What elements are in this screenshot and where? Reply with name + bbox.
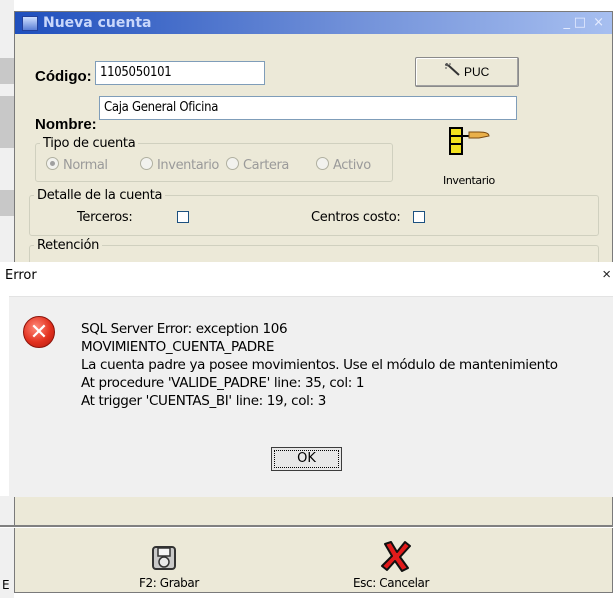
inventario-label: Inventario [443, 174, 495, 187]
parent-row [0, 58, 14, 84]
error-title: Error [5, 268, 37, 283]
codigo-field[interactable]: 1105050101 [95, 61, 265, 85]
ok-button[interactable]: OK [271, 447, 342, 471]
error-icon: ✕ [23, 316, 55, 348]
inventario-button[interactable]: Inventario [443, 126, 507, 188]
inventario-icon [449, 126, 495, 163]
radio-dot-icon [316, 157, 329, 170]
tipo-cuenta-legend: Tipo de cuenta [43, 136, 136, 151]
footer-separator [0, 525, 613, 528]
radio-cartera[interactable]: Cartera [226, 157, 289, 173]
cancelar-button[interactable]: Esc: Cancelar [349, 540, 445, 592]
parent-row [0, 190, 14, 216]
parent-footer-fragment: E [2, 578, 10, 592]
detalle-legend: Detalle de la cuenta [37, 188, 163, 203]
grabar-button[interactable]: F2: Grabar [133, 544, 213, 592]
retencion-legend: Retención [37, 238, 100, 253]
radio-inventario[interactable]: Inventario [140, 157, 219, 173]
window-title: Nueva cuenta [43, 15, 152, 31]
error-body: ✕ SQL Server Error: exception 106 MOVIMI… [9, 296, 613, 497]
nombre-field[interactable]: Caja General Oficina [99, 96, 517, 120]
app-icon [22, 16, 38, 31]
radio-dot-icon [226, 157, 239, 170]
error-dialog: Error × ✕ SQL Server Error: exception 10… [0, 262, 613, 497]
tipo-cuenta-group: Tipo de cuenta Normal Inventario Cartera… [35, 136, 393, 182]
titlebar: Nueva cuenta _ □ × [15, 12, 612, 34]
parent-row [0, 122, 14, 148]
radio-dot-icon [46, 157, 59, 170]
nombre-label: Nombre: [35, 116, 97, 133]
minimize-button[interactable]: _ [564, 15, 571, 30]
centros-costo-label: Centros costo: [311, 210, 401, 225]
error-line: At procedure 'VALIDE_PADRE' line: 35, co… [81, 375, 365, 391]
puc-label: PUC [464, 65, 490, 79]
close-button[interactable]: × [593, 15, 604, 30]
save-disk-icon [150, 544, 178, 577]
cancel-x-icon [379, 540, 413, 577]
radio-normal[interactable]: Normal [46, 157, 108, 173]
cancelar-label: Esc: Cancelar [353, 576, 430, 590]
parent-row [0, 96, 14, 122]
terceros-label: Terceros: [77, 210, 133, 225]
error-close-button[interactable]: × [602, 266, 611, 283]
error-line: MOVIMIENTO_CUENTA_PADRE [81, 339, 275, 355]
error-line: At trigger 'CUENTAS_BI' line: 19, col: 3 [81, 393, 326, 409]
codigo-label: Código: [35, 68, 92, 85]
radio-activo[interactable]: Activo [316, 157, 371, 173]
error-line: La cuenta padre ya posee movimientos. Us… [81, 357, 558, 373]
radio-dot-icon [140, 157, 153, 170]
terceros-checkbox[interactable] [177, 211, 189, 223]
puc-button[interactable]: PUC [415, 57, 519, 87]
magic-wand-icon [443, 59, 461, 87]
grabar-label: F2: Grabar [139, 576, 199, 590]
error-line: SQL Server Error: exception 106 [81, 321, 288, 337]
maximize-button[interactable]: □ [574, 15, 586, 30]
centros-costo-checkbox[interactable] [413, 211, 425, 223]
